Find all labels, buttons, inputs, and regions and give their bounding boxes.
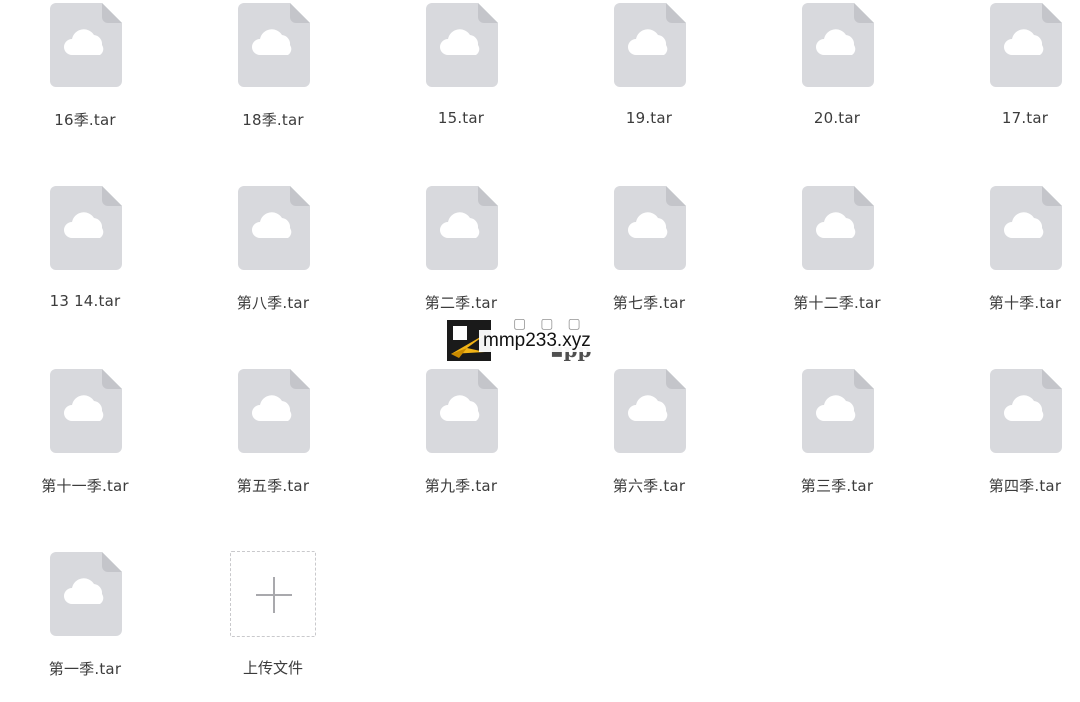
file-item[interactable]: 第四季.tar — [950, 369, 1080, 519]
cloud-file-icon[interactable] — [50, 369, 122, 453]
file-item[interactable]: 第二季.tar — [386, 186, 536, 336]
cloud-file-icon[interactable] — [614, 369, 686, 453]
file-item[interactable]: 18季.tar — [198, 3, 348, 153]
file-name: 13 14.tar — [49, 292, 121, 310]
cloud-file-icon[interactable] — [614, 186, 686, 270]
file-item[interactable]: 第三季.tar — [762, 369, 912, 519]
file-name: 第十二季.tar — [793, 294, 881, 312]
cloud-file-icon[interactable] — [426, 369, 498, 453]
cloud-file-icon[interactable] — [802, 369, 874, 453]
watermark-text: mmp233.xyz — [479, 330, 595, 352]
upload-file-label: 上传文件 — [242, 659, 303, 677]
cloud-file-icon[interactable] — [990, 3, 1062, 87]
file-name: 第三季.tar — [800, 477, 874, 495]
file-name: 第八季.tar — [236, 294, 310, 312]
cloud-file-icon[interactable] — [426, 186, 498, 270]
watermark: ▢▢▢ ▪pp mmp233.xyz — [445, 316, 630, 363]
upload-box[interactable] — [230, 551, 316, 637]
file-name: 第四季.tar — [988, 477, 1062, 495]
file-item[interactable]: 第七季.tar — [574, 186, 724, 336]
file-name: 第七季.tar — [612, 294, 686, 312]
cloud-file-icon[interactable] — [426, 3, 498, 87]
cloud-file-icon[interactable] — [238, 369, 310, 453]
file-item[interactable]: 第九季.tar — [386, 369, 536, 519]
cloud-file-icon[interactable] — [990, 369, 1062, 453]
file-item[interactable]: 16季.tar — [10, 3, 160, 153]
file-item[interactable]: 第八季.tar — [198, 186, 348, 336]
file-item[interactable]: 第十二季.tar — [762, 186, 912, 336]
cloud-file-icon[interactable] — [990, 186, 1062, 270]
cloud-file-icon[interactable] — [50, 186, 122, 270]
file-name: 第六季.tar — [612, 477, 686, 495]
file-item[interactable]: 第一季.tar — [10, 552, 160, 702]
file-item[interactable]: 第十季.tar — [950, 186, 1080, 336]
file-name: 第二季.tar — [424, 294, 498, 312]
cloud-file-icon[interactable] — [802, 186, 874, 270]
file-item[interactable]: 17.tar — [950, 3, 1080, 153]
file-item[interactable]: 19.tar — [574, 3, 724, 153]
file-name: 18季.tar — [242, 111, 304, 129]
file-name: 第九季.tar — [424, 477, 498, 495]
file-name: 第五季.tar — [236, 477, 310, 495]
file-name: 16季.tar — [54, 111, 116, 129]
cloud-file-icon[interactable] — [50, 552, 122, 636]
file-item[interactable]: 20.tar — [762, 3, 912, 153]
file-item[interactable]: 15.tar — [386, 3, 536, 153]
cloud-file-icon[interactable] — [238, 3, 310, 87]
cloud-file-icon[interactable] — [50, 3, 122, 87]
file-name: 第一季.tar — [48, 660, 122, 678]
file-name: 19.tar — [625, 109, 673, 127]
file-item[interactable]: 第十一季.tar — [10, 369, 160, 519]
plus-icon-bar — [256, 594, 292, 596]
cloud-file-icon[interactable] — [238, 186, 310, 270]
file-name: 17.tar — [1001, 109, 1049, 127]
file-item[interactable]: 第五季.tar — [198, 369, 348, 519]
cloud-file-icon[interactable] — [802, 3, 874, 87]
file-name: 第十一季.tar — [41, 477, 129, 495]
file-name: 20.tar — [813, 109, 861, 127]
file-item[interactable]: 第六季.tar — [574, 369, 724, 519]
file-name: 第十季.tar — [988, 294, 1062, 312]
cloud-file-icon[interactable] — [614, 3, 686, 87]
file-item[interactable]: 13 14.tar — [10, 186, 160, 336]
file-name: 15.tar — [437, 109, 485, 127]
